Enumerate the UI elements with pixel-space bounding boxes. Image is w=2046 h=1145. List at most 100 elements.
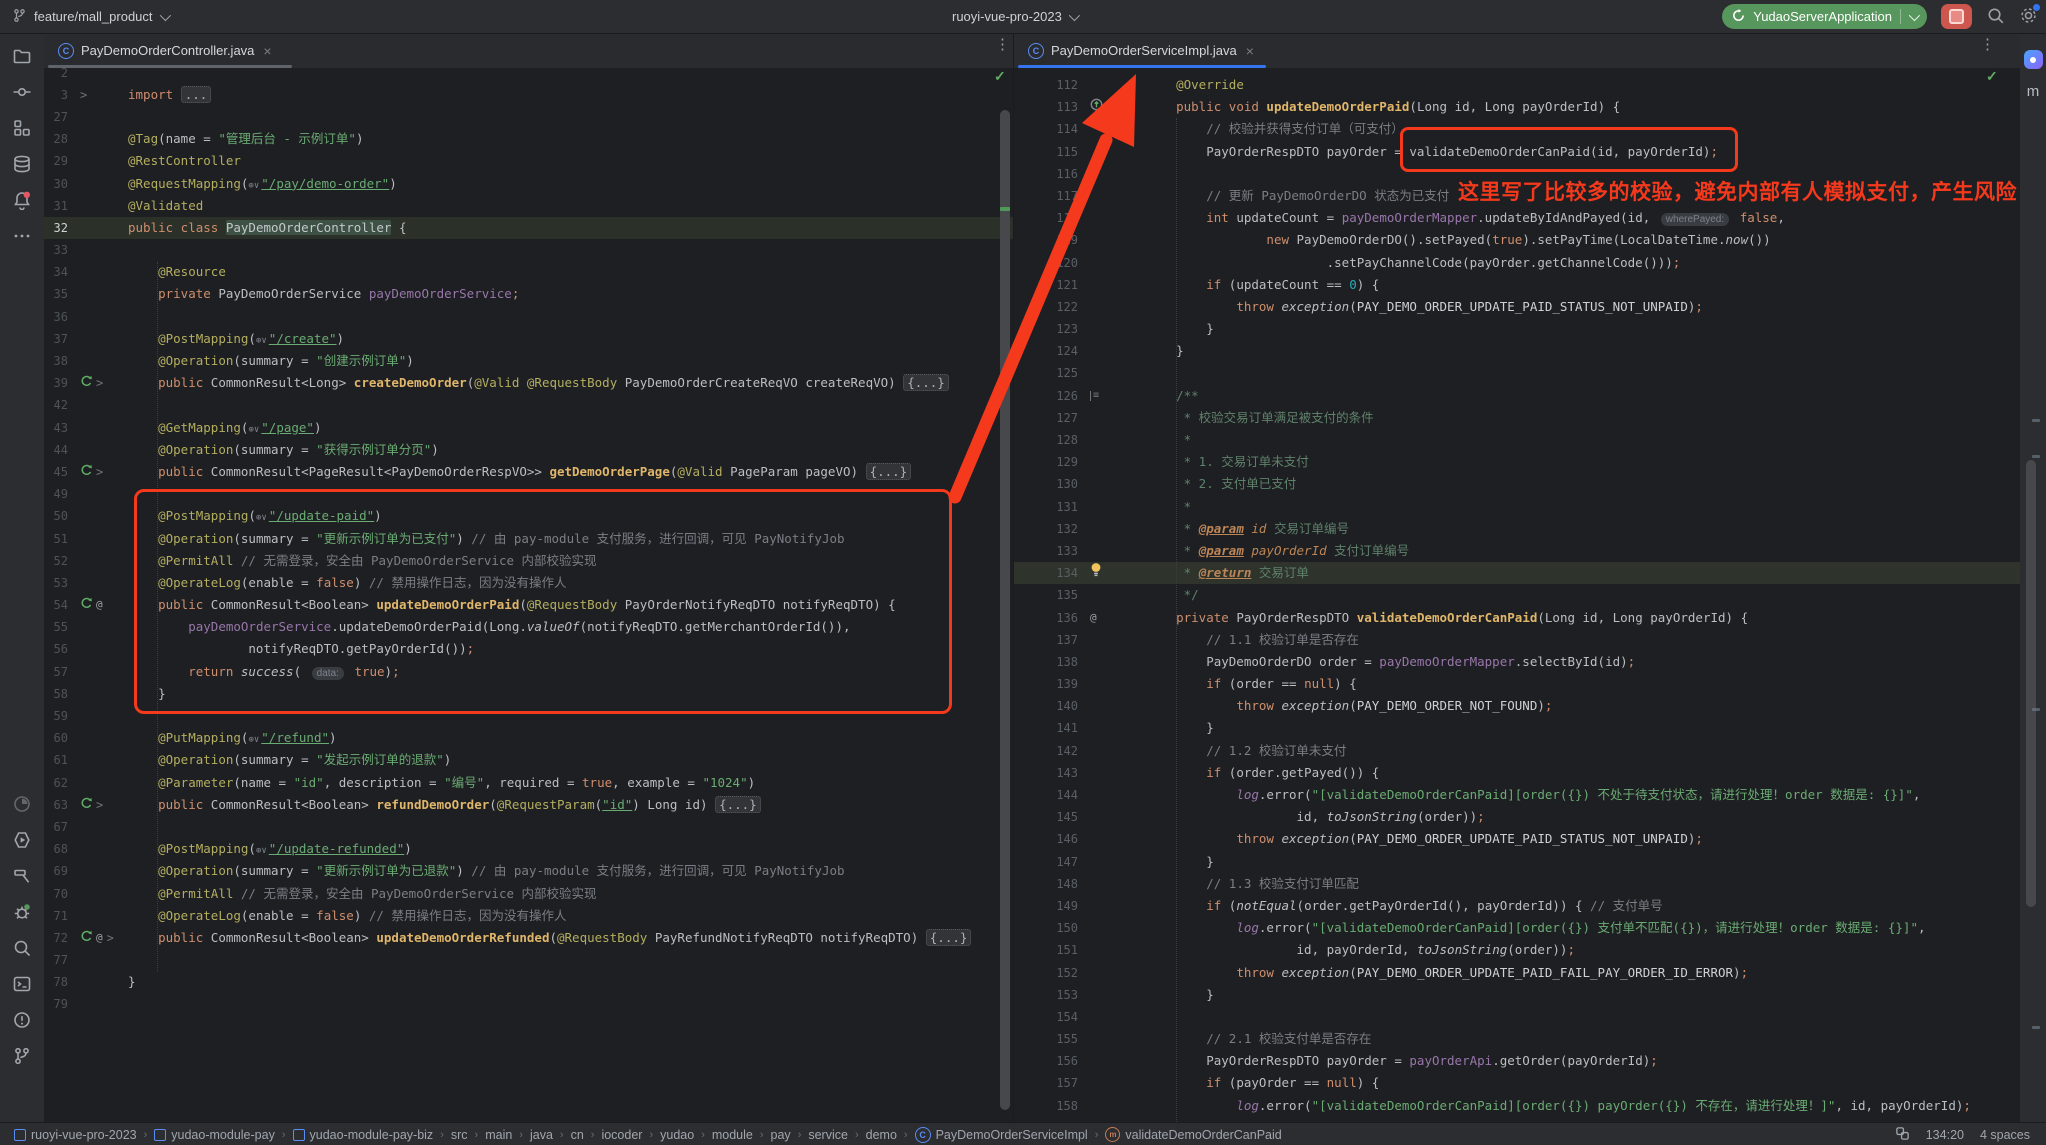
debug-icon[interactable]	[0, 894, 44, 930]
line-number[interactable]: 43	[44, 417, 74, 439]
code-line-141[interactable]: 141 }	[1014, 717, 2020, 739]
code-line-28[interactable]: 28@Tag(name = "管理后台 - 示例订单")	[44, 128, 1013, 150]
line-number[interactable]: 114	[1014, 118, 1084, 140]
right-editor-scrollbar[interactable]	[2026, 460, 2036, 907]
code-line-124[interactable]: 124 }	[1014, 340, 2020, 362]
editor-options-kebab-icon[interactable]: ⋮	[995, 41, 1001, 48]
code-line-77[interactable]: 77	[44, 949, 1013, 971]
indent-setting[interactable]: 4 spaces	[1980, 1128, 2030, 1142]
line-number[interactable]: 120	[1014, 252, 1084, 274]
code-line-31[interactable]: 31@Validated	[44, 195, 1013, 217]
fold-arrow-icon[interactable]: >	[96, 794, 103, 816]
breadcrumb-item[interactable]: yudao-module-pay-biz	[293, 1128, 434, 1142]
code-line-62[interactable]: 62 @Parameter(name = "id", description =…	[44, 772, 1013, 794]
code-line-129[interactable]: 129 * 1. 交易订单未支付	[1014, 451, 2020, 473]
breadcrumb-item[interactable]: cn	[571, 1128, 584, 1142]
notifications-icon[interactable]	[0, 182, 44, 218]
line-number[interactable]: 38	[44, 350, 74, 372]
line-number[interactable]: 36	[44, 306, 74, 328]
doc-render-icon[interactable]: ≡	[1090, 391, 1099, 401]
endpoint-gutter-icon[interactable]	[80, 461, 92, 483]
code-line-44[interactable]: 44 @Operation(summary = "获得示例订单分页")	[44, 439, 1013, 461]
code-line-146[interactable]: 146 throw exception(PAY_DEMO_ORDER_UPDAT…	[1014, 828, 2020, 850]
line-number[interactable]: 138	[1014, 651, 1084, 673]
ai-assistant-icon[interactable]	[2024, 50, 2043, 69]
breadcrumb-item[interactable]: CPayDemoOrderServiceImpl	[915, 1127, 1088, 1143]
line-number[interactable]: 68	[44, 838, 74, 860]
line-number[interactable]: 117	[1014, 185, 1084, 207]
code-line-42[interactable]: 42	[44, 394, 1013, 416]
inspections-ok-icon[interactable]: ✓	[1986, 68, 1998, 85]
line-number[interactable]: 33	[44, 239, 74, 261]
line-number[interactable]: 115	[1014, 141, 1084, 163]
problems-icon[interactable]	[0, 1002, 44, 1038]
project-widget[interactable]: ruoyi-vue-pro-2023	[952, 0, 1077, 33]
line-number[interactable]: 34	[44, 261, 74, 283]
code-line-147[interactable]: 147 }	[1014, 851, 2020, 873]
code-line-157[interactable]: 157 if (payOrder == null) {	[1014, 1072, 2020, 1094]
database-icon[interactable]	[0, 146, 44, 182]
breadcrumb-item[interactable]: iocoder	[601, 1128, 642, 1142]
code-line-127[interactable]: 127 * 校验交易订单满足被支付的条件	[1014, 407, 2020, 429]
plugin-m-icon[interactable]: m	[2020, 83, 2046, 100]
caret-position[interactable]: 134:20	[1926, 1128, 1964, 1142]
close-icon[interactable]: ×	[1246, 43, 1254, 59]
line-number[interactable]: 57	[44, 661, 74, 683]
code-line-32[interactable]: 32public class PayDemoOrderController {	[44, 217, 1013, 239]
build-icon[interactable]	[0, 858, 44, 894]
override-gutter-icon[interactable]	[1090, 96, 1103, 118]
line-number[interactable]: 116	[1014, 163, 1084, 185]
line-number[interactable]: 142	[1014, 740, 1084, 762]
code-line-112[interactable]: 112 @Override	[1014, 74, 2020, 96]
endpoint-gutter-icon[interactable]	[80, 372, 92, 394]
line-number[interactable]: 136	[1014, 607, 1084, 629]
project-folder-icon[interactable]	[0, 38, 44, 74]
code-segment[interactable]: "/update-refunded"	[269, 841, 404, 856]
fold-region[interactable]: ...	[181, 86, 212, 103]
editor-right[interactable]: 112 @Override113 public void updateDemoO…	[1014, 68, 2020, 1122]
line-number[interactable]: 28	[44, 128, 74, 150]
line-number[interactable]: 124	[1014, 340, 1084, 362]
code-line-125[interactable]: 125	[1014, 362, 2020, 384]
code-line-60[interactable]: 60 @PutMapping(⊕∨"/refund")	[44, 727, 1013, 749]
settings-gear-icon[interactable]	[2019, 6, 2038, 28]
code-line-3[interactable]: 3>import ...	[44, 84, 1013, 106]
code-line-150[interactable]: 150 log.error("[validateDemoOrderCanPaid…	[1014, 917, 2020, 939]
line-number[interactable]: 56	[44, 638, 74, 660]
breadcrumb-item[interactable]: mvalidateDemoOrderCanPaid	[1105, 1127, 1281, 1142]
line-number[interactable]: 147	[1014, 851, 1084, 873]
line-number[interactable]: 152	[1014, 962, 1084, 984]
line-number[interactable]: 155	[1014, 1028, 1084, 1050]
line-number[interactable]: 128	[1014, 429, 1084, 451]
fold-region[interactable]: {...}	[903, 374, 949, 391]
line-number[interactable]: 132	[1014, 518, 1084, 540]
line-number[interactable]: 72	[44, 927, 74, 949]
line-number[interactable]: 77	[44, 949, 74, 971]
code-line-43[interactable]: 43 @GetMapping(⊕∨"/page")	[44, 417, 1013, 439]
status-widget-icon[interactable]	[1895, 1126, 1910, 1144]
fold-arrow-icon[interactable]: >	[96, 461, 103, 483]
line-number[interactable]: 131	[1014, 496, 1084, 518]
line-number[interactable]: 158	[1014, 1095, 1084, 1117]
code-segment[interactable]: "/refund"	[261, 730, 329, 745]
code-line-155[interactable]: 155 // 2.1 校验支付单是否存在	[1014, 1028, 2020, 1050]
line-number[interactable]: 44	[44, 439, 74, 461]
code-line-69[interactable]: 69 @Operation(summary = "更新示例订单为已退款") //…	[44, 860, 1013, 882]
code-line-131[interactable]: 131 *	[1014, 496, 2020, 518]
code-line-118[interactable]: 118 int updateCount = payDemoOrderMapper…	[1014, 207, 2020, 229]
breadcrumb-item[interactable]: yudao	[660, 1128, 694, 1142]
endpoint-gutter-icon[interactable]	[80, 594, 92, 616]
endpoint-gutter-icon[interactable]	[80, 794, 92, 816]
stop-button[interactable]	[1941, 4, 1972, 29]
line-number[interactable]: 133	[1014, 540, 1084, 562]
code-line-2[interactable]: 2	[44, 68, 1013, 84]
close-icon[interactable]: ×	[263, 43, 271, 59]
code-line-132[interactable]: 132 * @param id 交易订单编号	[1014, 518, 2020, 540]
line-number[interactable]: 39	[44, 372, 74, 394]
code-line-135[interactable]: 135 */	[1014, 584, 2020, 606]
code-line-78[interactable]: 78}	[44, 971, 1013, 993]
code-line-154[interactable]: 154	[1014, 1006, 2020, 1028]
terminal-icon[interactable]	[0, 966, 44, 1002]
line-number[interactable]: 51	[44, 528, 74, 550]
commit-icon[interactable]	[0, 74, 44, 110]
